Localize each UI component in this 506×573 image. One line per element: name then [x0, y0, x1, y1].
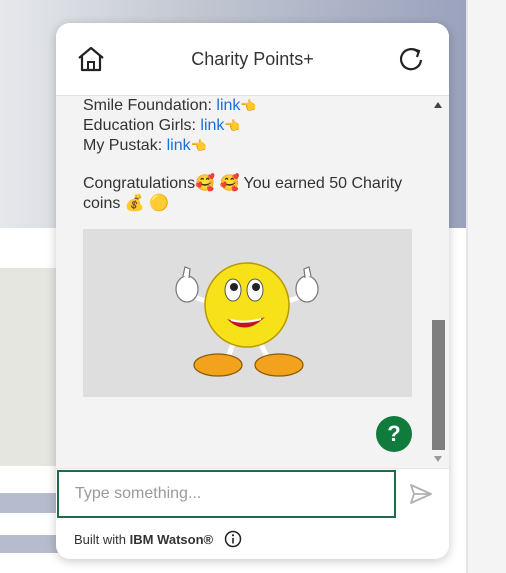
chat-title: Charity Points+ — [191, 49, 314, 69]
built-with-text: Built with IBM Watson® — [74, 532, 213, 547]
thumbs-up-smiley-icon — [175, 262, 319, 377]
congrats-message-line1: Congratulations🥰 🥰 You earned 50 Charity — [83, 175, 403, 192]
chat-footer: Built with IBM Watson® — [56, 520, 449, 559]
point-left-emoji: 👈 — [240, 98, 257, 113]
chat-widget: Charity Points+ Smile Foundation: link👈 … — [56, 23, 449, 559]
link-label: Education Girls: — [83, 117, 201, 134]
celebration-image — [83, 229, 412, 397]
send-button[interactable] — [409, 483, 433, 505]
congrats-message-line2: coins 💰 🟡 — [83, 195, 170, 212]
message-list: Smile Foundation: link👈 Education Girls:… — [56, 96, 449, 468]
link-message-education-girls: Education Girls: link👈 — [83, 116, 241, 136]
scroll-up-arrow-icon[interactable] — [434, 102, 442, 108]
point-left-emoji: 👈 — [190, 138, 207, 153]
chat-header: Charity Points+ — [56, 23, 449, 96]
my-pustak-link[interactable]: link — [167, 137, 191, 154]
scrollbar-thumb[interactable] — [432, 320, 445, 450]
help-button[interactable]: ? — [376, 416, 412, 452]
link-message-my-pustak: My Pustak: link👈 — [83, 136, 207, 156]
smile-foundation-link[interactable]: link — [216, 97, 240, 114]
info-icon — [224, 530, 242, 548]
point-left-emoji: 👈 — [224, 118, 241, 133]
link-label: My Pustak: — [83, 137, 167, 154]
link-message-smile-foundation: Smile Foundation: link👈 — [83, 96, 257, 116]
education-girls-link[interactable]: link — [200, 117, 224, 134]
built-with-prefix: Built with — [74, 532, 130, 547]
refresh-button[interactable] — [396, 45, 426, 73]
message-input-area — [56, 468, 449, 521]
brand-name: IBM Watson® — [129, 532, 214, 547]
page-right-area — [468, 0, 506, 573]
scrollbar[interactable] — [430, 96, 447, 468]
refresh-icon — [399, 47, 423, 71]
scroll-down-arrow-icon[interactable] — [434, 456, 442, 462]
message-input[interactable] — [57, 470, 396, 518]
link-label: Smile Foundation: — [83, 97, 217, 114]
info-button[interactable] — [224, 530, 242, 548]
send-icon — [410, 484, 432, 504]
